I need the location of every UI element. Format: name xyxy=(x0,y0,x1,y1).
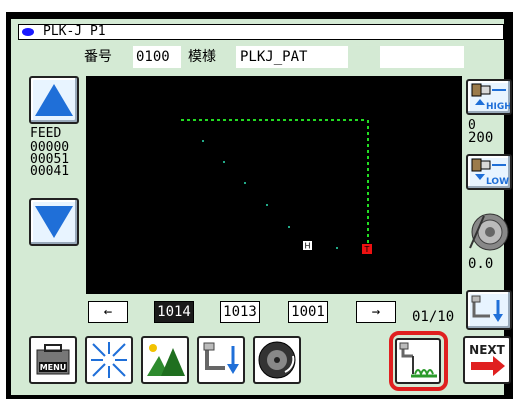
pattern-value: PLKJ_PAT xyxy=(240,49,308,65)
nav-prev-button[interactable]: ← xyxy=(88,301,128,323)
speed-min-value: 200 xyxy=(468,130,494,146)
landscape-icon xyxy=(147,344,185,376)
tension-value: 0.0 xyxy=(468,256,494,272)
speed-high-button[interactable]: HIGH xyxy=(466,79,512,115)
center-arrows-icon xyxy=(91,342,127,378)
spool-high-icon: HIGH xyxy=(471,83,512,112)
extra-field-bg xyxy=(380,46,464,68)
stitch-pattern-drawing: H T xyxy=(181,119,372,254)
highlight-ring xyxy=(389,331,448,391)
nav-item-1013[interactable]: 1013 xyxy=(220,301,260,323)
window-title: PLK-J P1 xyxy=(43,24,106,39)
presser-down-icon xyxy=(471,295,503,322)
presser-foot-icon xyxy=(203,342,239,374)
feed-up-button[interactable] xyxy=(29,76,79,124)
low-label: LOW xyxy=(486,177,509,187)
next-label: NEXT xyxy=(469,343,505,357)
up-arrow-icon xyxy=(35,84,73,116)
title-bar: PLK-J P1 xyxy=(18,24,504,40)
bobbin-icon xyxy=(258,341,296,379)
menu-label: MENU xyxy=(40,363,67,372)
speed-low-button[interactable]: LOW xyxy=(466,154,512,190)
next-arrow-icon: NEXT xyxy=(469,343,506,376)
spool-low-icon: LOW xyxy=(471,158,509,187)
center-button[interactable] xyxy=(85,336,133,384)
next-button[interactable]: NEXT xyxy=(463,336,511,384)
pattern-label: 模様 xyxy=(188,49,216,65)
feed-label: FEED xyxy=(30,126,62,141)
nav-item-1001[interactable]: 1001 xyxy=(288,301,328,323)
bobbin-button[interactable] xyxy=(253,336,301,384)
feed-value-3: 00041 xyxy=(30,164,70,179)
tension-dial-icon xyxy=(469,213,509,251)
nav-item-1014[interactable]: 1014 xyxy=(154,301,194,323)
number-label: 番号 xyxy=(84,49,112,65)
pattern-canvas[interactable]: H T xyxy=(86,76,462,294)
down-arrow-icon xyxy=(35,206,73,238)
menu-icon: MENU xyxy=(36,344,70,375)
trace-button[interactable] xyxy=(141,336,189,384)
end-marker: T xyxy=(364,245,370,254)
feed-down-position-button[interactable] xyxy=(466,290,512,330)
menu-button[interactable]: MENU xyxy=(29,336,77,384)
tension-dial[interactable] xyxy=(466,208,512,254)
start-marker: H xyxy=(304,242,310,251)
number-value: 0100 xyxy=(136,49,170,65)
nav-next-button[interactable]: → xyxy=(356,301,396,323)
status-dot-icon xyxy=(22,28,34,36)
presser-button[interactable] xyxy=(197,336,245,384)
high-label: HIGH xyxy=(486,102,510,112)
page-indicator: 01/10 xyxy=(412,309,455,325)
feed-down-button[interactable] xyxy=(29,198,79,246)
